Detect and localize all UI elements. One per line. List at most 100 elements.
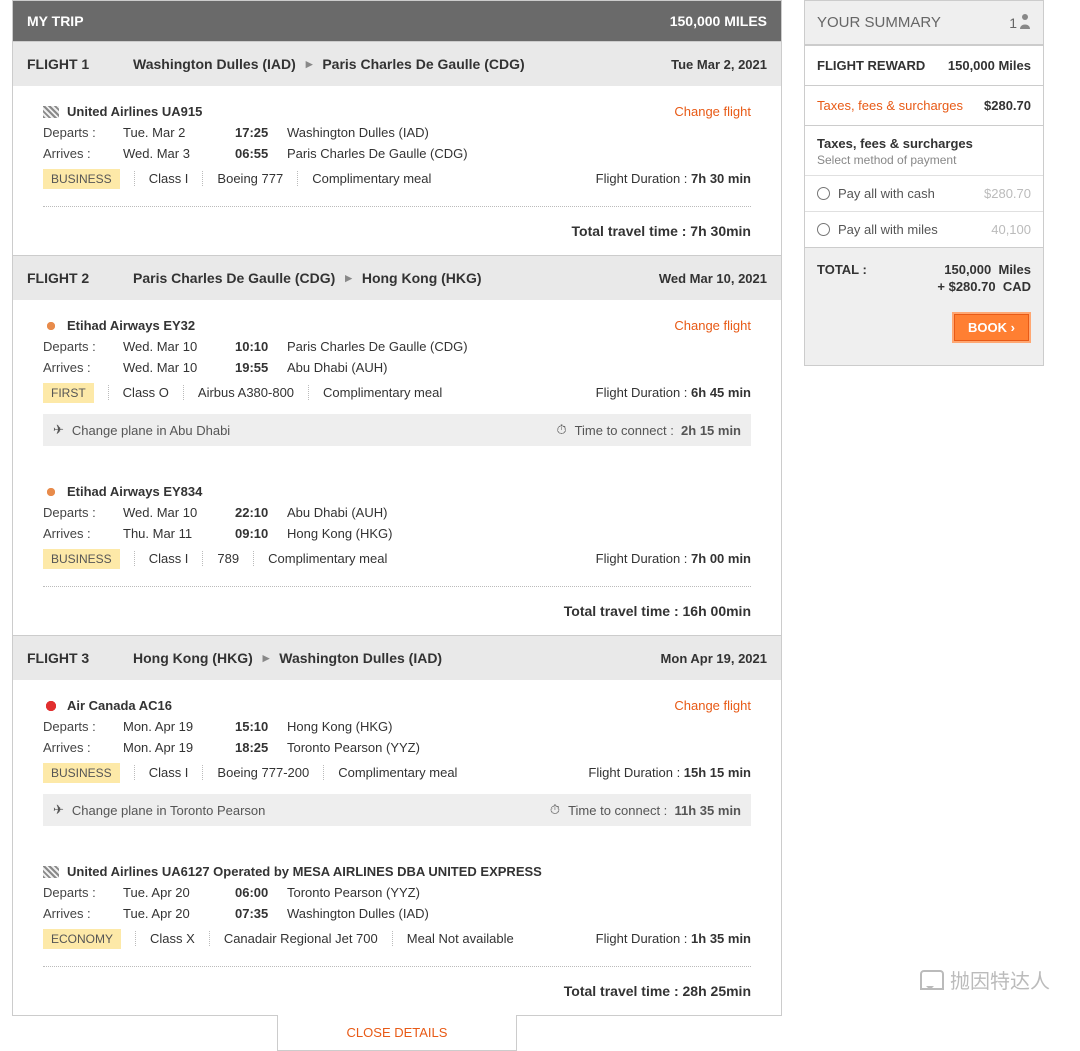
airline-name: Air Canada AC16 (43, 698, 172, 713)
cabin-badge: BUSINESS (43, 763, 120, 783)
depart-row: Departs :Tue. Mar 217:25Washington Dulle… (43, 125, 751, 140)
cabin-badge: BUSINESS (43, 169, 120, 189)
total-miles: 150,000 Miles (944, 262, 1031, 277)
arrive-row: Arrives :Wed. Mar 1019:55Abu Dhabi (AUH) (43, 360, 751, 375)
meal: Complimentary meal (297, 171, 445, 186)
total-label: TOTAL : (817, 262, 867, 277)
change-flight-link[interactable]: Change flight (674, 318, 751, 333)
route-from: Washington Dulles (IAD) (133, 56, 296, 72)
arrive-row: Arrives :Mon. Apr 1918:25Toronto Pearson… (43, 740, 751, 755)
pay-cash-radio[interactable] (817, 187, 830, 200)
pay-miles-amount: 40,100 (991, 222, 1031, 237)
fare-class: Class X (135, 931, 209, 946)
route-from: Hong Kong (HKG) (133, 650, 253, 666)
segment-duration: Flight Duration : 6h 45 min (596, 385, 751, 400)
summary-title: YOUR SUMMARY (817, 14, 941, 31)
aircraft: 789 (202, 551, 253, 566)
flight-date: Mon Apr 19, 2021 (661, 651, 767, 666)
segment-duration: Flight Duration : 7h 30 min (596, 171, 751, 186)
airline-name: Etihad Airways EY32 (43, 318, 195, 333)
arrow-right-icon: ▸ (345, 270, 352, 286)
trip-header: MY TRIP 150,000 MILES (13, 1, 781, 41)
flight-segment: United Airlines UA6127 Operated by MESA … (13, 846, 781, 952)
fare-class: Class O (108, 385, 183, 400)
fare-class: Class I (134, 765, 203, 780)
aircraft: Boeing 777-200 (202, 765, 323, 780)
segment-meta: BUSINESSClass I789Complimentary mealFlig… (43, 551, 751, 566)
aircraft: Canadair Regional Jet 700 (209, 931, 392, 946)
stopwatch-icon: ⏱ (550, 802, 560, 818)
connection-bar: ✈Change plane in Abu Dhabi⏱Time to conne… (43, 414, 751, 446)
etihad-logo-icon (43, 320, 59, 332)
arrive-row: Arrives :Thu. Mar 1109:10Hong Kong (HKG) (43, 526, 751, 541)
airline-name: Etihad Airways EY834 (43, 484, 202, 499)
trip-title: MY TRIP (27, 13, 84, 29)
depart-row: Departs :Wed. Mar 1010:10Paris Charles D… (43, 339, 751, 354)
person-icon (1019, 13, 1031, 32)
segment-meta: FIRSTClass OAirbus A380-800Complimentary… (43, 385, 751, 400)
watermark: 抛因特达人 (920, 965, 1050, 994)
united-logo-icon (43, 866, 59, 878)
depart-row: Departs :Mon. Apr 1915:10Hong Kong (HKG) (43, 719, 751, 734)
meal: Complimentary meal (308, 385, 456, 400)
arrive-row: Arrives :Wed. Mar 306:55Paris Charles De… (43, 146, 751, 161)
aircraft: Airbus A380-800 (183, 385, 308, 400)
passenger-count: 1 (1009, 13, 1031, 32)
flight-header: FLIGHT 1Washington Dulles (IAD)▸Paris Ch… (13, 41, 781, 86)
aircraft: Boeing 777 (202, 171, 297, 186)
airline-name: United Airlines UA6127 Operated by MESA … (43, 864, 542, 879)
chat-icon (920, 970, 944, 990)
flight-label: FLIGHT 1 (27, 56, 117, 72)
aircanada-logo-icon (43, 700, 59, 712)
arrive-row: Arrives :Tue. Apr 2007:35Washington Dull… (43, 906, 751, 921)
flight-reward-row: FLIGHT REWARD 150,000 Miles (805, 45, 1043, 86)
total-block: TOTAL : 150,000 Miles + $280.70 CAD BOOK… (805, 247, 1043, 365)
payment-title: Taxes, fees & surcharges (805, 126, 1043, 153)
route-to: Paris Charles De Gaulle (CDG) (322, 56, 524, 72)
fare-class: Class I (134, 171, 203, 186)
change-flight-link[interactable]: Change flight (674, 698, 751, 713)
flight-label: FLIGHT 2 (27, 270, 117, 286)
segment-meta: BUSINESS Class IBoeing 777Complimentary m… (43, 171, 751, 186)
change-flight-link[interactable]: Change flight (674, 104, 751, 119)
flight-segment: Etihad Airways EY834 Departs :Wed. Mar 10… (13, 466, 781, 572)
depart-row: Departs :Wed. Mar 1022:10Abu Dhabi (AUH) (43, 505, 751, 520)
taxes-row: Taxes, fees & surcharges $280.70 (805, 86, 1043, 125)
trip-panel: MY TRIP 150,000 MILES FLIGHT 1 Washington… (12, 0, 782, 1016)
route-to: Washington Dulles (IAD) (279, 650, 442, 666)
total-travel-time: Total travel time : 7h 30min (43, 206, 751, 255)
flight-date: Wed Mar 10, 2021 (659, 271, 767, 286)
arrow-right-icon: ▸ (263, 650, 270, 666)
pay-cash-amount: $280.70 (984, 186, 1031, 201)
flight-segment: Air Canada AC16 Change flight Departs :Mon… (13, 680, 781, 846)
segment-meta: ECONOMY Class XCanadair Regional Jet 700M… (43, 931, 751, 946)
chevron-right-icon: › (1011, 320, 1015, 335)
pay-cash-option[interactable]: Pay all with cash $280.70 (805, 175, 1043, 211)
segment-duration: Flight Duration : 7h 00 min (596, 551, 751, 566)
united-logo-icon (43, 106, 59, 118)
flight-segment: Etihad Airways EY32 Change flight Departs … (13, 300, 781, 466)
flight-segment: United Airlines UA915 Change flight Depart… (13, 86, 781, 192)
connection-bar: ✈Change plane in Toronto Pearson⏱Time to… (43, 794, 751, 826)
cabin-badge: ECONOMY (43, 929, 121, 949)
flight-label: FLIGHT 3 (27, 650, 117, 666)
summary-header: YOUR SUMMARY 1 (805, 1, 1043, 45)
flight-date: Tue Mar 2, 2021 (671, 57, 767, 72)
airline-name: United Airlines UA915 (43, 104, 202, 119)
book-button[interactable]: BOOK › (952, 312, 1031, 343)
pay-miles-option[interactable]: Pay all with miles 40,100 (805, 211, 1043, 247)
summary-panel: YOUR SUMMARY 1 FLIGHT REWARD 150,000 Mil… (804, 0, 1044, 366)
total-travel-time: Total travel time : 28h 25min (43, 966, 751, 1015)
pay-miles-radio[interactable] (817, 223, 830, 236)
meal: Complimentary meal (323, 765, 471, 780)
etihad-logo-icon (43, 486, 59, 498)
segment-duration: Flight Duration : 1h 35 min (596, 931, 751, 946)
close-details-button[interactable]: CLOSE DETAILS (277, 1015, 517, 1051)
flight-header: FLIGHT 3 Hong Kong (HKG) ▸ Washington Dulle… (13, 635, 781, 680)
depart-row: Departs :Tue. Apr 2006:00Toronto Pearson… (43, 885, 751, 900)
cabin-badge: BUSINESS (43, 549, 120, 569)
stopwatch-icon: ⏱ (556, 422, 566, 438)
segment-duration: Flight Duration : 15h 15 min (588, 765, 751, 780)
meal: Meal Not available (392, 931, 528, 946)
fare-class: Class I (134, 551, 203, 566)
